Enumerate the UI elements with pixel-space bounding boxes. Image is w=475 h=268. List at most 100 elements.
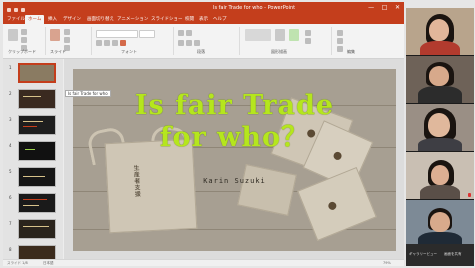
- align-center-icon[interactable]: [186, 40, 192, 46]
- arrange-icon[interactable]: [275, 29, 285, 41]
- participant-body: [420, 41, 460, 55]
- group-label-slides: スライド: [50, 49, 66, 54]
- language-indicator[interactable]: 日本語: [43, 261, 54, 266]
- tab-transitions[interactable]: 画面切り替え: [87, 15, 114, 24]
- slide-thumbnail-5[interactable]: [18, 167, 56, 187]
- thumbnail-tooltip: Is fair Trade for who: [65, 90, 111, 97]
- slide-thumbnail-3[interactable]: [18, 115, 56, 135]
- thumb-number: 7: [9, 221, 12, 226]
- select-icon[interactable]: [337, 46, 343, 52]
- participant-face: [430, 212, 450, 232]
- ribbon-tabs: ファイル ホーム 挿入 デザイン 画面切り替え アニメーション スライドショー …: [3, 14, 404, 24]
- tab-view[interactable]: 表示: [199, 15, 208, 24]
- maximize-button[interactable]: □: [382, 2, 388, 14]
- current-slide[interactable]: 生産者支援 Is fair Trade for who？ Karin Suzuk…: [73, 69, 396, 251]
- align-right-icon[interactable]: [194, 40, 200, 46]
- bold-icon[interactable]: [96, 40, 102, 46]
- tab-insert[interactable]: 挿入: [48, 15, 57, 24]
- tab-file[interactable]: ファイル: [7, 15, 25, 24]
- quick-access-toolbar: [7, 5, 37, 12]
- powerpoint-window: Is fair Trade for who - PowerPoint — □ ✕…: [3, 2, 404, 266]
- logo-stamp: [332, 150, 343, 162]
- italic-icon[interactable]: [104, 40, 110, 46]
- slide-title-line-1[interactable]: Is fair Trade: [73, 91, 396, 120]
- window-title: Is fair Trade for who - PowerPoint: [213, 5, 296, 11]
- shape-outline-icon[interactable]: [305, 38, 311, 44]
- close-button[interactable]: ✕: [395, 2, 400, 14]
- slide-thumbnail-pane: 1 2 3 4 5 6 7 8: [3, 59, 63, 265]
- font-size-select[interactable]: [139, 30, 155, 38]
- group-paragraph: 段落: [175, 27, 240, 55]
- thumb-number: 4: [9, 143, 12, 148]
- group-label-paragraph: 段落: [197, 49, 205, 54]
- logo-stamp: [327, 200, 338, 212]
- participant-tile-1[interactable]: [406, 8, 474, 55]
- replace-icon[interactable]: [337, 38, 343, 44]
- participant-body: [418, 86, 462, 103]
- align-left-icon[interactable]: [178, 40, 184, 46]
- numbering-icon[interactable]: [186, 30, 192, 36]
- video-participants-panel: [406, 8, 474, 266]
- slide-thumbnail-1[interactable]: [18, 63, 56, 83]
- group-drawing: 図形描画: [241, 27, 332, 55]
- tab-help[interactable]: ヘルプ: [213, 15, 227, 24]
- copy-icon[interactable]: [21, 37, 27, 43]
- slide-thumbnail-7[interactable]: [18, 219, 56, 239]
- share-screen-button[interactable]: 画面を共有: [444, 252, 462, 257]
- thumb-number: 6: [9, 195, 12, 200]
- reset-icon[interactable]: [64, 37, 70, 43]
- minimize-button[interactable]: —: [368, 2, 374, 14]
- shapes-gallery[interactable]: [245, 29, 271, 41]
- participant-body: [418, 138, 462, 151]
- slide-title-line-2[interactable]: for who？: [73, 123, 396, 152]
- save-icon[interactable]: [7, 8, 11, 12]
- undo-icon[interactable]: [14, 8, 18, 12]
- slide-thumbnail-2[interactable]: [18, 89, 56, 109]
- slide-counter: スライド 1/8: [7, 261, 28, 265]
- participant-tile-3[interactable]: [406, 104, 474, 151]
- slide-author[interactable]: Karin Suzuki: [73, 177, 396, 185]
- muted-mic-icon: [468, 193, 471, 197]
- participant-face: [428, 113, 450, 137]
- tab-design[interactable]: デザイン: [63, 15, 81, 24]
- layout-icon[interactable]: [64, 29, 70, 35]
- shape-fill-icon[interactable]: [305, 30, 311, 36]
- drip-bag-image: [237, 164, 297, 216]
- quick-styles-icon[interactable]: [289, 29, 299, 41]
- thumb-number: 3: [9, 117, 12, 122]
- thumb-number: 5: [9, 169, 12, 174]
- slide-thumbnail-4[interactable]: [18, 141, 56, 161]
- slide-thumbnail-6[interactable]: [18, 193, 56, 213]
- tab-review[interactable]: 校閲: [185, 15, 194, 24]
- group-label-drawing: 図形描画: [271, 49, 287, 54]
- gallery-view-button[interactable]: ギャラリービュー: [409, 252, 437, 257]
- group-label-clipboard: クリップボード: [8, 49, 36, 54]
- group-clipboard: クリップボード: [5, 27, 46, 55]
- bullets-icon[interactable]: [178, 30, 184, 36]
- thumb-number: 1: [9, 65, 12, 70]
- slide-editing-canvas: 生産者支援 Is fair Trade for who？ Karin Suzuk…: [64, 59, 404, 259]
- font-name-select[interactable]: [96, 30, 138, 38]
- ribbon-home: クリップボード スライド フォント 段落 図形描画 編集: [3, 24, 404, 59]
- cut-icon[interactable]: [21, 29, 27, 35]
- zoom-level[interactable]: 79%: [383, 261, 391, 265]
- participant-tile-2[interactable]: [406, 56, 474, 103]
- participant-tile-4[interactable]: [406, 152, 474, 199]
- tab-home[interactable]: ホーム: [25, 15, 45, 24]
- underline-icon[interactable]: [112, 40, 118, 46]
- status-bar: スライド 1/8 日本語 79%: [3, 259, 404, 266]
- paste-icon[interactable]: [8, 29, 18, 41]
- tab-animations[interactable]: アニメーション: [117, 15, 148, 24]
- participant-tile-5[interactable]: [406, 200, 474, 247]
- participant-face: [429, 19, 449, 41]
- thumb-number: 8: [9, 247, 12, 252]
- find-icon[interactable]: [337, 30, 343, 36]
- participant-face: [429, 66, 449, 86]
- tab-slideshow[interactable]: スライドショー: [151, 15, 183, 24]
- new-slide-icon[interactable]: [50, 29, 60, 41]
- group-editing: 編集: [333, 27, 373, 55]
- font-color-icon[interactable]: [120, 40, 126, 46]
- group-label-editing: 編集: [347, 49, 355, 54]
- window-controls: — □ ✕: [362, 2, 400, 14]
- redo-icon[interactable]: [21, 8, 25, 12]
